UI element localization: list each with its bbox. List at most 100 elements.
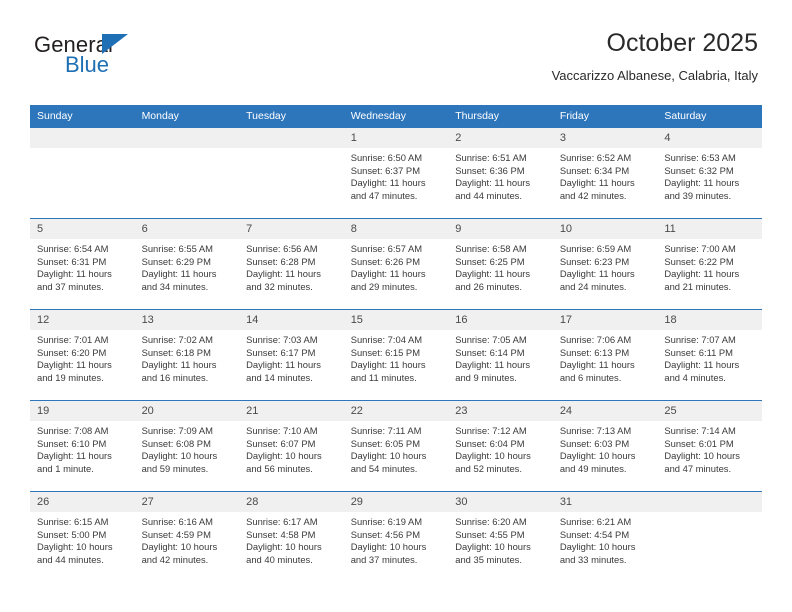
calendar-day-cell[interactable]: 27 Sunrise: 6:16 AM Sunset: 4:59 PM Dayligh… [134, 491, 240, 582]
daylight-text: Daylight: 11 hours and 24 minutes. [559, 268, 635, 292]
sunrise-text: Sunrise: 6:52 AM [559, 152, 632, 163]
weekday-header-sunday: Sunday [30, 105, 135, 128]
calendar-week-row: 1 Sunrise: 6:50 AM Sunset: 6:37 PM Daylight… [30, 127, 762, 219]
calendar-day-cell[interactable]: 2 Sunrise: 6:51 AM Sunset: 6:36 PM Daylight… [448, 127, 553, 219]
daylight-text: Daylight: 11 hours and 6 minutes. [559, 359, 635, 383]
calendar-day-cell[interactable]: 10 Sunrise: 6:59 AM Sunset: 6:23 PM Dayligh… [552, 218, 658, 310]
calendar-day-cell[interactable]: 24 Sunrise: 7:13 AM Sunset: 6:03 PM Dayligh… [552, 400, 658, 492]
sunrise-text: Sunrise: 7:01 AM [37, 334, 109, 345]
calendar-day-cell[interactable]: 4 Sunrise: 6:53 AM Sunset: 6:32 PM Daylight… [657, 127, 762, 219]
calendar-day-cell[interactable]: 16 Sunrise: 7:05 AM Sunset: 6:14 PM Dayligh… [448, 309, 553, 401]
sunset-text: Sunset: 6:14 PM [455, 346, 525, 358]
daylight-text: Daylight: 10 hours and 47 minutes. [664, 450, 740, 474]
day-number: 25 [657, 401, 762, 421]
sunset-text: Sunset: 6:29 PM [141, 255, 211, 267]
calendar-day-cell[interactable]: 13 Sunrise: 7:02 AM Sunset: 6:18 PM Dayligh… [134, 309, 240, 401]
sunset-text: Sunset: 6:03 PM [559, 437, 630, 449]
day-number: 31 [552, 492, 658, 512]
calendar-day-cell[interactable]: 20 Sunrise: 7:09 AM Sunset: 6:08 PM Dayligh… [134, 400, 240, 492]
calendar-day-cell[interactable]: 25 Sunrise: 7:14 AM Sunset: 6:01 PM Dayligh… [657, 400, 762, 492]
weekday-header-saturday: Saturday [657, 105, 762, 128]
calendar-day-cell[interactable]: 22 Sunrise: 7:11 AM Sunset: 6:05 PM Dayligh… [343, 400, 449, 492]
sunset-text: Sunset: 6:17 PM [246, 346, 316, 358]
day-sun-info: Sunrise: 6:56 AM Sunset: 6:28 PM Daylight:… [239, 239, 344, 293]
sunrise-text: Sunrise: 7:07 AM [664, 334, 736, 345]
calendar-day-cell[interactable]: 28 Sunrise: 6:17 AM Sunset: 4:58 PM Dayligh… [239, 491, 344, 582]
logo-text-blue: Blue [65, 52, 110, 77]
sunrise-text: Sunrise: 6:55 AM [141, 243, 213, 254]
daylight-text: Daylight: 10 hours and 44 minutes. [37, 541, 113, 565]
calendar-cell-empty [239, 127, 344, 219]
day-number: 17 [552, 310, 658, 330]
calendar-day-cell[interactable]: 14 Sunrise: 7:03 AM Sunset: 6:17 PM Dayligh… [239, 309, 344, 401]
day-sun-info: Sunrise: 7:02 AM Sunset: 6:18 PM Daylight:… [135, 330, 240, 384]
day-sun-info: Sunrise: 6:15 AM Sunset: 5:00 PM Daylight:… [30, 512, 135, 566]
calendar-cell-empty [30, 127, 135, 219]
day-sun-info: Sunrise: 6:58 AM Sunset: 6:25 PM Daylight:… [448, 239, 553, 293]
calendar-day-cell[interactable]: 30 Sunrise: 6:20 AM Sunset: 4:55 PM Dayligh… [448, 491, 553, 582]
day-sun-info: Sunrise: 7:08 AM Sunset: 6:10 PM Daylight:… [30, 421, 135, 475]
day-number: 3 [552, 128, 658, 148]
day-sun-info: Sunrise: 6:57 AM Sunset: 6:26 PM Daylight:… [344, 239, 449, 293]
calendar-day-cell[interactable]: 1 Sunrise: 6:50 AM Sunset: 6:37 PM Daylight… [343, 127, 449, 219]
calendar-page: General Blue October 2025 Vaccarizzo Alb… [0, 0, 792, 612]
daylight-text: Daylight: 10 hours and 40 minutes. [246, 541, 322, 565]
day-sun-info: Sunrise: 7:01 AM Sunset: 6:20 PM Daylight:… [30, 330, 135, 384]
calendar-day-cell[interactable]: 26 Sunrise: 6:15 AM Sunset: 5:00 PM Dayligh… [30, 491, 135, 582]
day-number: 24 [552, 401, 658, 421]
daylight-text: Daylight: 11 hours and 44 minutes. [455, 177, 531, 201]
day-number [657, 492, 762, 512]
calendar-day-cell[interactable]: 31 Sunrise: 6:21 AM Sunset: 4:54 PM Dayligh… [552, 491, 658, 582]
sunrise-text: Sunrise: 6:58 AM [455, 243, 527, 254]
calendar-day-cell[interactable]: 17 Sunrise: 7:06 AM Sunset: 6:13 PM Dayligh… [552, 309, 658, 401]
daylight-text: Daylight: 10 hours and 37 minutes. [350, 541, 427, 565]
calendar-day-cell[interactable]: 6 Sunrise: 6:55 AM Sunset: 6:29 PM Daylight… [134, 218, 240, 310]
sunrise-text: Sunrise: 6:54 AM [37, 243, 109, 254]
daylight-text: Daylight: 10 hours and 33 minutes. [559, 541, 636, 565]
calendar-day-cell[interactable]: 19 Sunrise: 7:08 AM Sunset: 6:10 PM Dayligh… [30, 400, 135, 492]
daylight-text: Daylight: 11 hours and 11 minutes. [350, 359, 426, 383]
general-blue-logo[interactable]: General Blue [34, 32, 214, 88]
sunrise-text: Sunrise: 7:04 AM [350, 334, 423, 345]
day-number [134, 128, 240, 148]
sunset-text: Sunset: 6:08 PM [141, 437, 211, 449]
weekday-header-wednesday: Wednesday [343, 105, 449, 128]
day-sun-info: Sunrise: 7:04 AM Sunset: 6:15 PM Daylight:… [344, 330, 449, 384]
day-number: 21 [239, 401, 344, 421]
sunset-text: Sunset: 4:56 PM [350, 528, 420, 540]
calendar-day-cell[interactable]: 7 Sunrise: 6:56 AM Sunset: 6:28 PM Daylight… [239, 218, 344, 310]
day-sun-info: Sunrise: 7:12 AM Sunset: 6:04 PM Daylight:… [448, 421, 553, 475]
day-sun-info: Sunrise: 6:51 AM Sunset: 6:36 PM Daylight:… [448, 148, 553, 202]
daylight-text: Daylight: 11 hours and 21 minutes. [664, 268, 740, 292]
calendar-cell-empty [657, 491, 762, 582]
calendar-table: Sunday Monday Tuesday Wednesday Thursday Frid… [30, 105, 762, 582]
calendar-day-cell[interactable]: 15 Sunrise: 7:04 AM Sunset: 6:15 PM Dayligh… [343, 309, 449, 401]
calendar-day-cell[interactable]: 12 Sunrise: 7:01 AM Sunset: 6:20 PM Dayligh… [30, 309, 135, 401]
daylight-text: Daylight: 10 hours and 42 minutes. [141, 541, 218, 565]
calendar-day-cell[interactable]: 29 Sunrise: 6:19 AM Sunset: 4:56 PM Dayligh… [343, 491, 449, 582]
calendar-day-cell[interactable]: 11 Sunrise: 7:00 AM Sunset: 6:22 PM Dayligh… [657, 218, 762, 310]
daylight-text: Daylight: 11 hours and 39 minutes. [664, 177, 740, 201]
sunset-text: Sunset: 6:31 PM [37, 255, 107, 267]
sunset-text: Sunset: 4:58 PM [246, 528, 316, 540]
day-number: 8 [343, 219, 449, 239]
calendar-day-cell[interactable]: 3 Sunrise: 6:52 AM Sunset: 6:34 PM Daylight… [552, 127, 658, 219]
calendar-day-cell[interactable]: 5 Sunrise: 6:54 AM Sunset: 6:31 PM Daylight… [30, 218, 135, 310]
sunrise-text: Sunrise: 7:14 AM [664, 425, 736, 436]
calendar-day-cell[interactable]: 23 Sunrise: 7:12 AM Sunset: 6:04 PM Dayligh… [448, 400, 553, 492]
daylight-text: Daylight: 10 hours and 49 minutes. [559, 450, 636, 474]
daylight-text: Daylight: 11 hours and 34 minutes. [141, 268, 217, 292]
daylight-text: Daylight: 10 hours and 52 minutes. [455, 450, 531, 474]
daylight-text: Daylight: 11 hours and 32 minutes. [246, 268, 321, 292]
sunset-text: Sunset: 6:25 PM [455, 255, 525, 267]
calendar-day-cell[interactable]: 8 Sunrise: 6:57 AM Sunset: 6:26 PM Daylight… [343, 218, 449, 310]
daylight-text: Daylight: 11 hours and 4 minutes. [664, 359, 740, 383]
calendar-day-cell[interactable]: 21 Sunrise: 7:10 AM Sunset: 6:07 PM Dayligh… [239, 400, 344, 492]
calendar-day-cell[interactable]: 18 Sunrise: 7:07 AM Sunset: 6:11 PM Dayligh… [657, 309, 762, 401]
sunrise-text: Sunrise: 7:09 AM [141, 425, 213, 436]
logo-triangle-icon [102, 34, 128, 54]
calendar-day-cell[interactable]: 9 Sunrise: 6:58 AM Sunset: 6:25 PM Daylight… [448, 218, 553, 310]
day-number: 12 [30, 310, 135, 330]
day-sun-info: Sunrise: 7:13 AM Sunset: 6:03 PM Daylight:… [553, 421, 658, 475]
day-number: 16 [448, 310, 553, 330]
